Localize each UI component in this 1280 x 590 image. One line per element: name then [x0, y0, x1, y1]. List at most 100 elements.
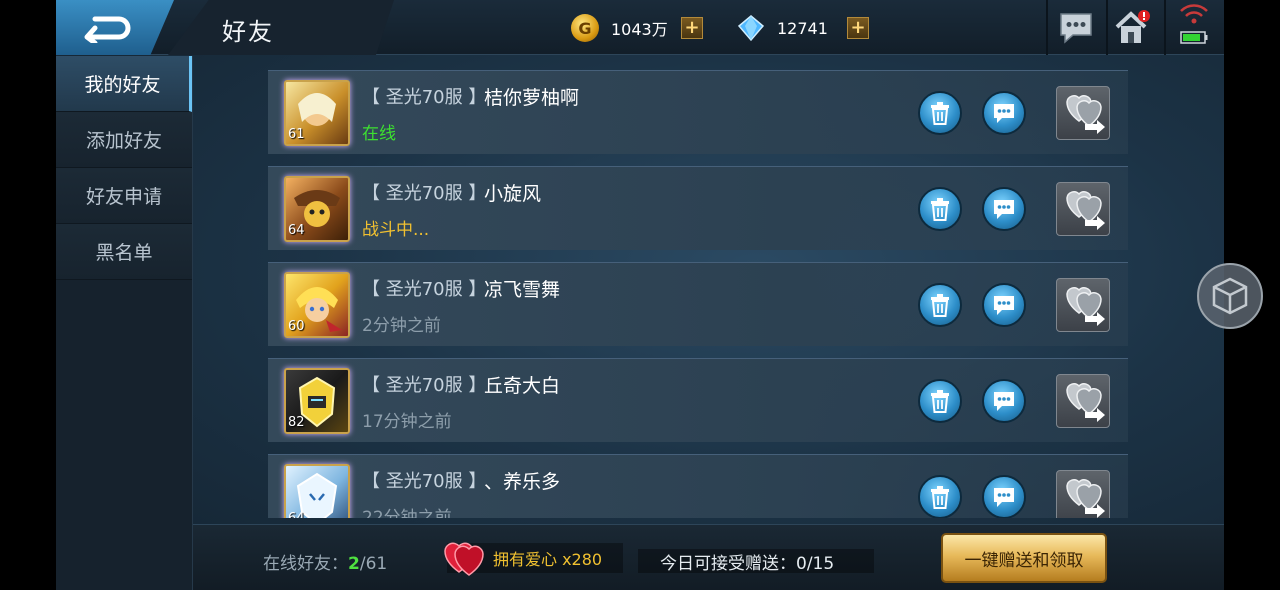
delete-friend-button[interactable] — [918, 187, 962, 231]
friend-server: 【 圣光70服 】 — [362, 183, 487, 204]
trash-icon — [931, 390, 949, 413]
gift-hearts-icon — [1066, 95, 1105, 134]
friend-server: 【 圣光70服 】 — [362, 375, 487, 396]
sidebar: 我的好友 添加好友 好友申请 黑名单 — [56, 56, 193, 590]
friend-status: 2分钟之前 — [362, 316, 441, 336]
header-divider — [1106, 0, 1108, 55]
wifi-signal-icon — [1180, 4, 1208, 44]
gift-hearts-icon — [1066, 191, 1105, 230]
friend-list[interactable]: 61 【 圣光70服 】 桔你萝柚啊 在线 64 【 圣光70服 】 小旋风 战… — [268, 70, 1168, 518]
gift-hearts-icon — [1066, 287, 1105, 326]
tab-label: 添加好友 — [85, 130, 162, 152]
hearts-owned: 拥有爱心 x280 — [444, 542, 623, 576]
friend-avatar[interactable]: 61 — [284, 80, 350, 146]
add-gem-button[interactable]: + — [847, 17, 869, 39]
send-heart-button[interactable] — [1056, 86, 1110, 140]
bottom-bar: 在线好友：2/61 拥有爱心 x280 今日可接受赠送：0/15 一键赠送和领取 — [193, 524, 1224, 590]
trash-icon — [931, 102, 949, 125]
chat-bubble-icon — [994, 488, 1014, 507]
page-title: 好友 — [222, 18, 274, 46]
friend-status: 22分钟之前 — [362, 508, 452, 518]
send-heart-button[interactable] — [1056, 182, 1110, 236]
header-divider — [1164, 0, 1166, 55]
tab-label: 我的好友 — [84, 74, 161, 96]
friend-status: 17分钟之前 — [362, 412, 452, 432]
tab-label: 好友申请 — [85, 186, 162, 208]
friend-avatar[interactable]: 64 — [284, 464, 350, 518]
friend-avatar[interactable]: 82 — [284, 368, 350, 434]
chat-bubble-icon — [994, 104, 1014, 123]
chat-bubble-icon — [994, 392, 1014, 411]
friend-server: 【 圣光70服 】 — [362, 279, 487, 300]
tab-friend-requests[interactable]: 好友申请 — [56, 168, 192, 224]
floating-menu-button[interactable] — [1197, 263, 1263, 329]
hearts-text: 拥有爱心 x280 — [493, 550, 603, 569]
friend-name: 、养乐多 — [484, 471, 561, 493]
trash-icon — [931, 294, 949, 317]
daily-receive-limit: 今日可接受赠送：0/15 — [638, 549, 874, 574]
friend-row: 61 【 圣光70服 】 桔你萝柚啊 在线 — [268, 70, 1128, 154]
send-heart-button[interactable] — [1056, 278, 1110, 332]
message-friend-button[interactable] — [982, 91, 1026, 135]
title-panel — [168, 0, 394, 55]
red-hearts-icon — [444, 542, 484, 576]
send-and-claim-all-button[interactable]: 一键赠送和领取 — [941, 533, 1107, 583]
message-friend-button[interactable] — [982, 187, 1026, 231]
friend-row: 64 【 圣光70服 】 、养乐多 22分钟之前 — [268, 454, 1128, 518]
add-gold-button[interactable]: + — [681, 17, 703, 39]
message-friend-button[interactable] — [982, 379, 1026, 423]
delete-friend-button[interactable] — [918, 91, 962, 135]
delete-friend-button[interactable] — [918, 475, 962, 518]
friend-level: 61 — [288, 127, 305, 142]
network-status — [1174, 4, 1214, 44]
gem-value: 12741 — [777, 18, 828, 38]
gift-hearts-icon — [1066, 383, 1105, 422]
online-label: 在线好友： — [263, 554, 348, 574]
back-arrow-icon — [84, 16, 131, 43]
cube-icon — [1212, 277, 1248, 315]
friend-level: 82 — [288, 415, 305, 430]
tab-blacklist[interactable]: 黑名单 — [56, 224, 192, 280]
online-total: /61 — [359, 554, 388, 574]
friend-name: 凉飞雪舞 — [484, 279, 561, 301]
back-button[interactable] — [56, 0, 174, 55]
gem-display: 12741 + — [737, 13, 869, 43]
letterbox-left — [0, 0, 56, 590]
message-friend-button[interactable] — [982, 283, 1026, 327]
friend-status: 战斗中... — [362, 220, 430, 240]
gold-value: 1043万 — [611, 20, 668, 39]
tab-my-friends[interactable]: 我的好友 — [56, 56, 192, 112]
friend-status: 在线 — [362, 124, 396, 144]
chat-icon — [1060, 13, 1092, 44]
chat-bubble-icon — [994, 200, 1014, 219]
gift-hearts-icon — [1066, 479, 1105, 518]
diamond-icon — [737, 15, 765, 42]
tab-add-friend[interactable]: 添加好友 — [56, 112, 192, 168]
send-heart-button[interactable] — [1056, 374, 1110, 428]
friend-row: 82 【 圣光70服 】 丘奇大白 17分钟之前 — [268, 358, 1128, 442]
home-icon — [1115, 10, 1150, 43]
friend-name: 桔你萝柚啊 — [484, 87, 580, 109]
friend-avatar[interactable]: 64 — [284, 176, 350, 242]
friend-avatar[interactable]: 60 — [284, 272, 350, 338]
friend-name: 丘奇大白 — [484, 375, 561, 397]
online-friends-counter: 在线好友：2/61 — [263, 549, 387, 574]
send-heart-button[interactable] — [1056, 470, 1110, 518]
top-bar: 好友 G 1043万 + 12741 + — [56, 0, 1224, 55]
friend-server: 【 圣光70服 】 — [362, 471, 487, 492]
chat-bubble-icon — [994, 296, 1014, 315]
chat-button[interactable] — [1056, 8, 1096, 48]
friend-row: 64 【 圣光70服 】 小旋风 战斗中... — [268, 166, 1128, 250]
friend-level: 60 — [288, 319, 305, 334]
friend-level: 64 — [288, 223, 305, 238]
delete-friend-button[interactable] — [918, 283, 962, 327]
message-friend-button[interactable] — [982, 475, 1026, 518]
tab-label: 黑名单 — [95, 242, 153, 264]
trash-icon — [931, 198, 949, 221]
home-button[interactable] — [1113, 8, 1153, 48]
friend-row: 60 【 圣光70服 】 凉飞雪舞 2分钟之前 — [268, 262, 1128, 346]
gold-display: G 1043万 + — [571, 13, 703, 43]
friends-screen: 好友 G 1043万 + 12741 + 我的好友 添加好友 好友申请 黑名单 … — [56, 0, 1224, 590]
delete-friend-button[interactable] — [918, 379, 962, 423]
friend-name: 小旋风 — [484, 183, 542, 205]
